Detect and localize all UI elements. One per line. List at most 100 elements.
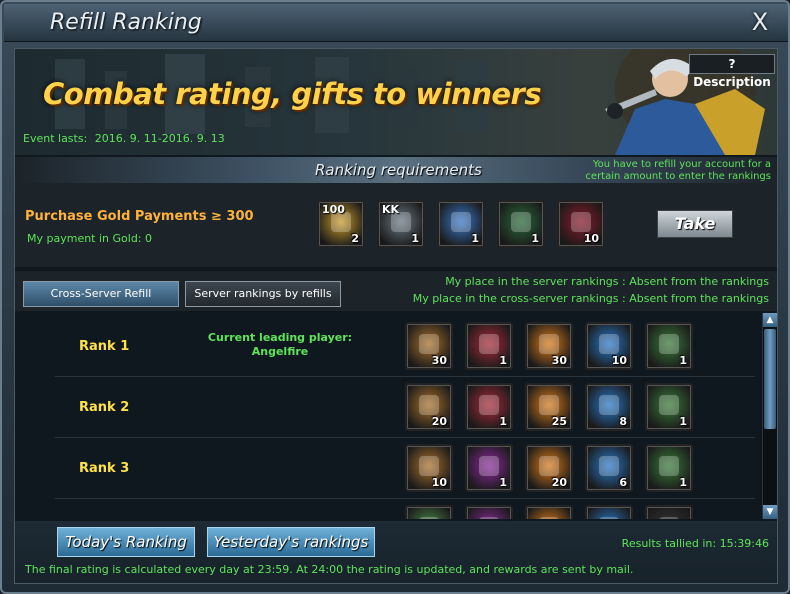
orange-gem-item[interactable]: 20 bbox=[525, 444, 573, 492]
gift-box-item[interactable]: 1 bbox=[497, 200, 545, 248]
orange-gem-item[interactable] bbox=[525, 505, 573, 519]
item-count: 20 bbox=[551, 476, 567, 489]
blue-crystal-item[interactable]: 10 bbox=[585, 322, 633, 370]
window-title: Refill Ranking bbox=[50, 10, 202, 35]
blue-crystal-icon bbox=[599, 334, 619, 354]
scroll-thumb[interactable] bbox=[764, 329, 776, 429]
tallied-label: Results tallied in: bbox=[621, 537, 717, 550]
tab-cross-server[interactable]: Cross-Server Refill Rankings bbox=[23, 281, 179, 324]
tallied-time: 15:39:46 bbox=[719, 537, 769, 550]
payment-label: My payment in Gold: bbox=[27, 232, 142, 245]
payment-value: 0 bbox=[145, 232, 153, 245]
purple-chest-icon bbox=[479, 456, 499, 476]
tab-server[interactable]: Server rankings by refills bbox=[185, 281, 341, 307]
item-badge: 100 bbox=[322, 203, 345, 216]
requirements-title: Ranking requirements bbox=[315, 161, 482, 179]
rank-row: Rank 1 Current leading player: Angelfire 30… bbox=[55, 317, 755, 377]
item-count: 10 bbox=[583, 232, 599, 245]
red-chest-item[interactable]: 1 bbox=[465, 383, 513, 431]
item-count: 8 bbox=[619, 415, 627, 428]
item-count: 1 bbox=[499, 415, 507, 428]
gift-box-icon bbox=[511, 212, 531, 232]
red-crystal-item[interactable]: 10 bbox=[557, 200, 605, 248]
blue-crystal-icon bbox=[599, 456, 619, 476]
server-place: My place in the server rankings : Absent… bbox=[445, 275, 769, 288]
description-button[interactable]: ?Description bbox=[689, 54, 775, 89]
green-chest-item[interactable]: 1 bbox=[645, 444, 693, 492]
scroll-down-button[interactable]: ▼ bbox=[763, 505, 777, 519]
orange-gem-icon bbox=[539, 334, 559, 354]
item-count: 1 bbox=[499, 354, 507, 367]
item-count: 1 bbox=[471, 232, 479, 245]
green-chest-item[interactable]: 1 bbox=[645, 383, 693, 431]
orange-gem-icon bbox=[539, 517, 559, 519]
rank-row: Rank 3 10 1 20 6 1 bbox=[55, 439, 755, 499]
green-chest-item[interactable]: 1 bbox=[645, 322, 693, 370]
item-count: 10 bbox=[431, 476, 447, 489]
leading-player-title: Current leading player: bbox=[207, 331, 353, 344]
close-icon: X bbox=[751, 8, 769, 36]
todays-ranking-button[interactable]: Today's Ranking bbox=[57, 527, 195, 557]
blue-crystal-item[interactable]: 6 bbox=[585, 444, 633, 492]
item-count: 1 bbox=[411, 232, 419, 245]
item-count: 20 bbox=[431, 415, 447, 428]
orange-gem-icon bbox=[539, 456, 559, 476]
take-button[interactable]: Take bbox=[657, 210, 733, 238]
event-banner: Combat rating, gifts to winners Event la… bbox=[15, 49, 777, 155]
blue-crystal-item[interactable] bbox=[585, 505, 633, 519]
hero-portrait-icon bbox=[419, 395, 439, 415]
green-orb-icon bbox=[419, 517, 439, 519]
orange-gem-item[interactable]: 25 bbox=[525, 383, 573, 431]
event-duration: Event lasts: 2016. 9. 11-2016. 9. 13 bbox=[23, 132, 229, 145]
purple-chest-item[interactable] bbox=[465, 505, 513, 519]
my-payment: My payment in Gold: 0 bbox=[27, 232, 152, 245]
yesterdays-rankings-button[interactable]: Yesterday's rankings bbox=[207, 527, 375, 557]
purple-chest-item[interactable]: 1 bbox=[465, 444, 513, 492]
scroll-up-button[interactable]: ▲ bbox=[763, 313, 777, 327]
rank-label: Rank 1 bbox=[79, 339, 130, 354]
blue-crystal-item[interactable]: 8 bbox=[585, 383, 633, 431]
orange-gem-item[interactable]: 30 bbox=[525, 322, 573, 370]
hero-portrait-item[interactable]: 30 bbox=[405, 322, 453, 370]
banner-headline: Combat rating, gifts to winners bbox=[43, 77, 542, 111]
green-chest-icon bbox=[659, 456, 679, 476]
cross-server-place: My place in the cross-server rankings : … bbox=[412, 292, 769, 305]
blue-crystal-icon bbox=[599, 517, 619, 519]
hero-portrait-icon bbox=[419, 456, 439, 476]
ranking-requirements: Ranking requirements You have to refill … bbox=[15, 157, 777, 267]
event-dates: 2016. 9. 11-2016. 9. 13 bbox=[94, 132, 225, 145]
treasure-chest-icon bbox=[451, 212, 471, 232]
requirements-header: Ranking requirements You have to refill … bbox=[15, 157, 777, 183]
results-tallied: Results tallied in: 15:39:46 bbox=[622, 537, 769, 550]
item-count: 1 bbox=[679, 476, 687, 489]
red-chest-item[interactable]: 1 bbox=[465, 322, 513, 370]
item-count: 1 bbox=[679, 354, 687, 367]
empty-slot-icon bbox=[659, 517, 679, 519]
ranking-tabs: Cross-Server Refill Rankings Server rank… bbox=[15, 271, 777, 324]
item-badge: KK bbox=[382, 203, 400, 216]
item-count: 10 bbox=[611, 354, 627, 367]
red-chest-icon bbox=[479, 395, 499, 415]
rank-list-scrollbar[interactable]: ▲ ▼ bbox=[762, 313, 777, 519]
red-crystal-icon bbox=[571, 212, 591, 232]
item-count: 1 bbox=[679, 415, 687, 428]
gold-bars-item[interactable]: 100 2 bbox=[317, 200, 365, 248]
hero-portrait-item[interactable]: 20 bbox=[405, 383, 453, 431]
item-count: 2 bbox=[351, 232, 359, 245]
title-bar: Refill Ranking X bbox=[4, 4, 788, 42]
footer: Today's Ranking Yesterday's rankings Res… bbox=[15, 521, 777, 583]
close-button[interactable]: X bbox=[742, 8, 778, 38]
green-chest-icon bbox=[659, 395, 679, 415]
treasure-chest-item[interactable]: 1 bbox=[437, 200, 485, 248]
green-orb-item[interactable] bbox=[405, 505, 453, 519]
item-count: 30 bbox=[431, 354, 447, 367]
silver-coin-item[interactable]: KK 1 bbox=[377, 200, 425, 248]
purple-chest-icon bbox=[479, 517, 499, 519]
rank-row: Rank 2 20 1 25 8 1 bbox=[55, 378, 755, 438]
hero-portrait-item[interactable]: 10 bbox=[405, 444, 453, 492]
item-count: 1 bbox=[499, 476, 507, 489]
empty-slot-item[interactable] bbox=[645, 505, 693, 519]
orange-gem-icon bbox=[539, 395, 559, 415]
rank-label: Rank 3 bbox=[79, 461, 130, 476]
item-count: 1 bbox=[531, 232, 539, 245]
